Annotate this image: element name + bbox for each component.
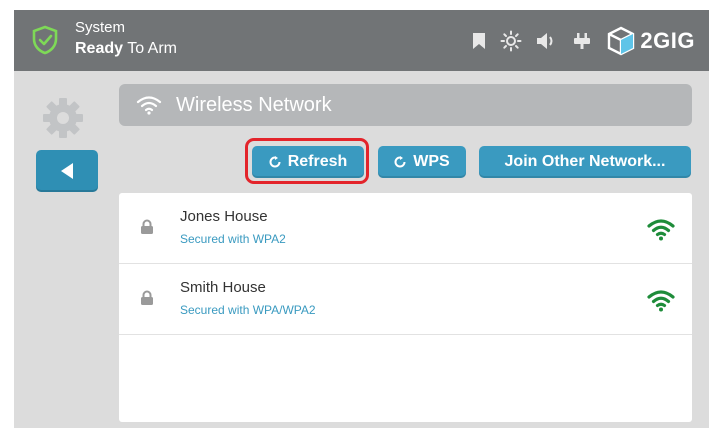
screen: System Ready To Arm 2GIG Wireless Networ… — [14, 10, 709, 428]
cube-logo-icon — [608, 26, 635, 56]
network-name: Smith House — [180, 279, 266, 296]
lock-icon — [141, 219, 153, 234]
bookmark-icon[interactable] — [472, 32, 486, 50]
volume-icon[interactable] — [536, 32, 558, 50]
system-status[interactable]: Ready To Arm — [75, 39, 177, 59]
shield-check-icon[interactable] — [32, 25, 58, 55]
join-other-network-button[interactable]: Join Other Network... — [479, 146, 691, 178]
network-name: Jones House — [180, 208, 268, 225]
status-icons: 2GIG — [472, 24, 695, 58]
network-list: Jones House Secured with WPA2 Smith Hous… — [119, 193, 692, 422]
wifi-icon — [136, 95, 162, 115]
back-arrow-icon — [61, 163, 73, 179]
wifi-signal-icon — [647, 219, 675, 241]
gear-icon[interactable] — [42, 97, 84, 139]
page-title: Wireless Network — [176, 93, 332, 116]
page-title-bar: Wireless Network — [119, 84, 692, 126]
network-row-smith-house[interactable]: Smith House Secured with WPA/WPA2 — [119, 264, 692, 335]
network-row-jones-house[interactable]: Jones House Secured with WPA2 — [119, 193, 692, 264]
wps-button[interactable]: WPS — [378, 146, 466, 178]
brightness-icon[interactable] — [500, 30, 522, 52]
network-security: Secured with WPA2 — [180, 232, 286, 246]
back-button[interactable] — [36, 150, 98, 192]
refresh-highlight — [245, 138, 369, 184]
lock-icon — [141, 290, 153, 305]
network-security: Secured with WPA/WPA2 — [180, 303, 316, 317]
status-bold: Ready — [75, 40, 124, 57]
system-label: System — [75, 19, 126, 36]
status-bar: System Ready To Arm 2GIG — [14, 10, 709, 71]
wps-label: WPS — [413, 153, 450, 170]
join-other-network-label: Join Other Network... — [504, 153, 666, 170]
status-rest: To Arm — [123, 40, 177, 57]
brand-text: 2GIG — [640, 28, 695, 53]
brand-logo: 2GIG — [606, 26, 695, 56]
wps-refresh-icon — [394, 156, 406, 168]
power-plug-icon[interactable] — [572, 31, 592, 51]
wifi-signal-icon — [647, 290, 675, 312]
